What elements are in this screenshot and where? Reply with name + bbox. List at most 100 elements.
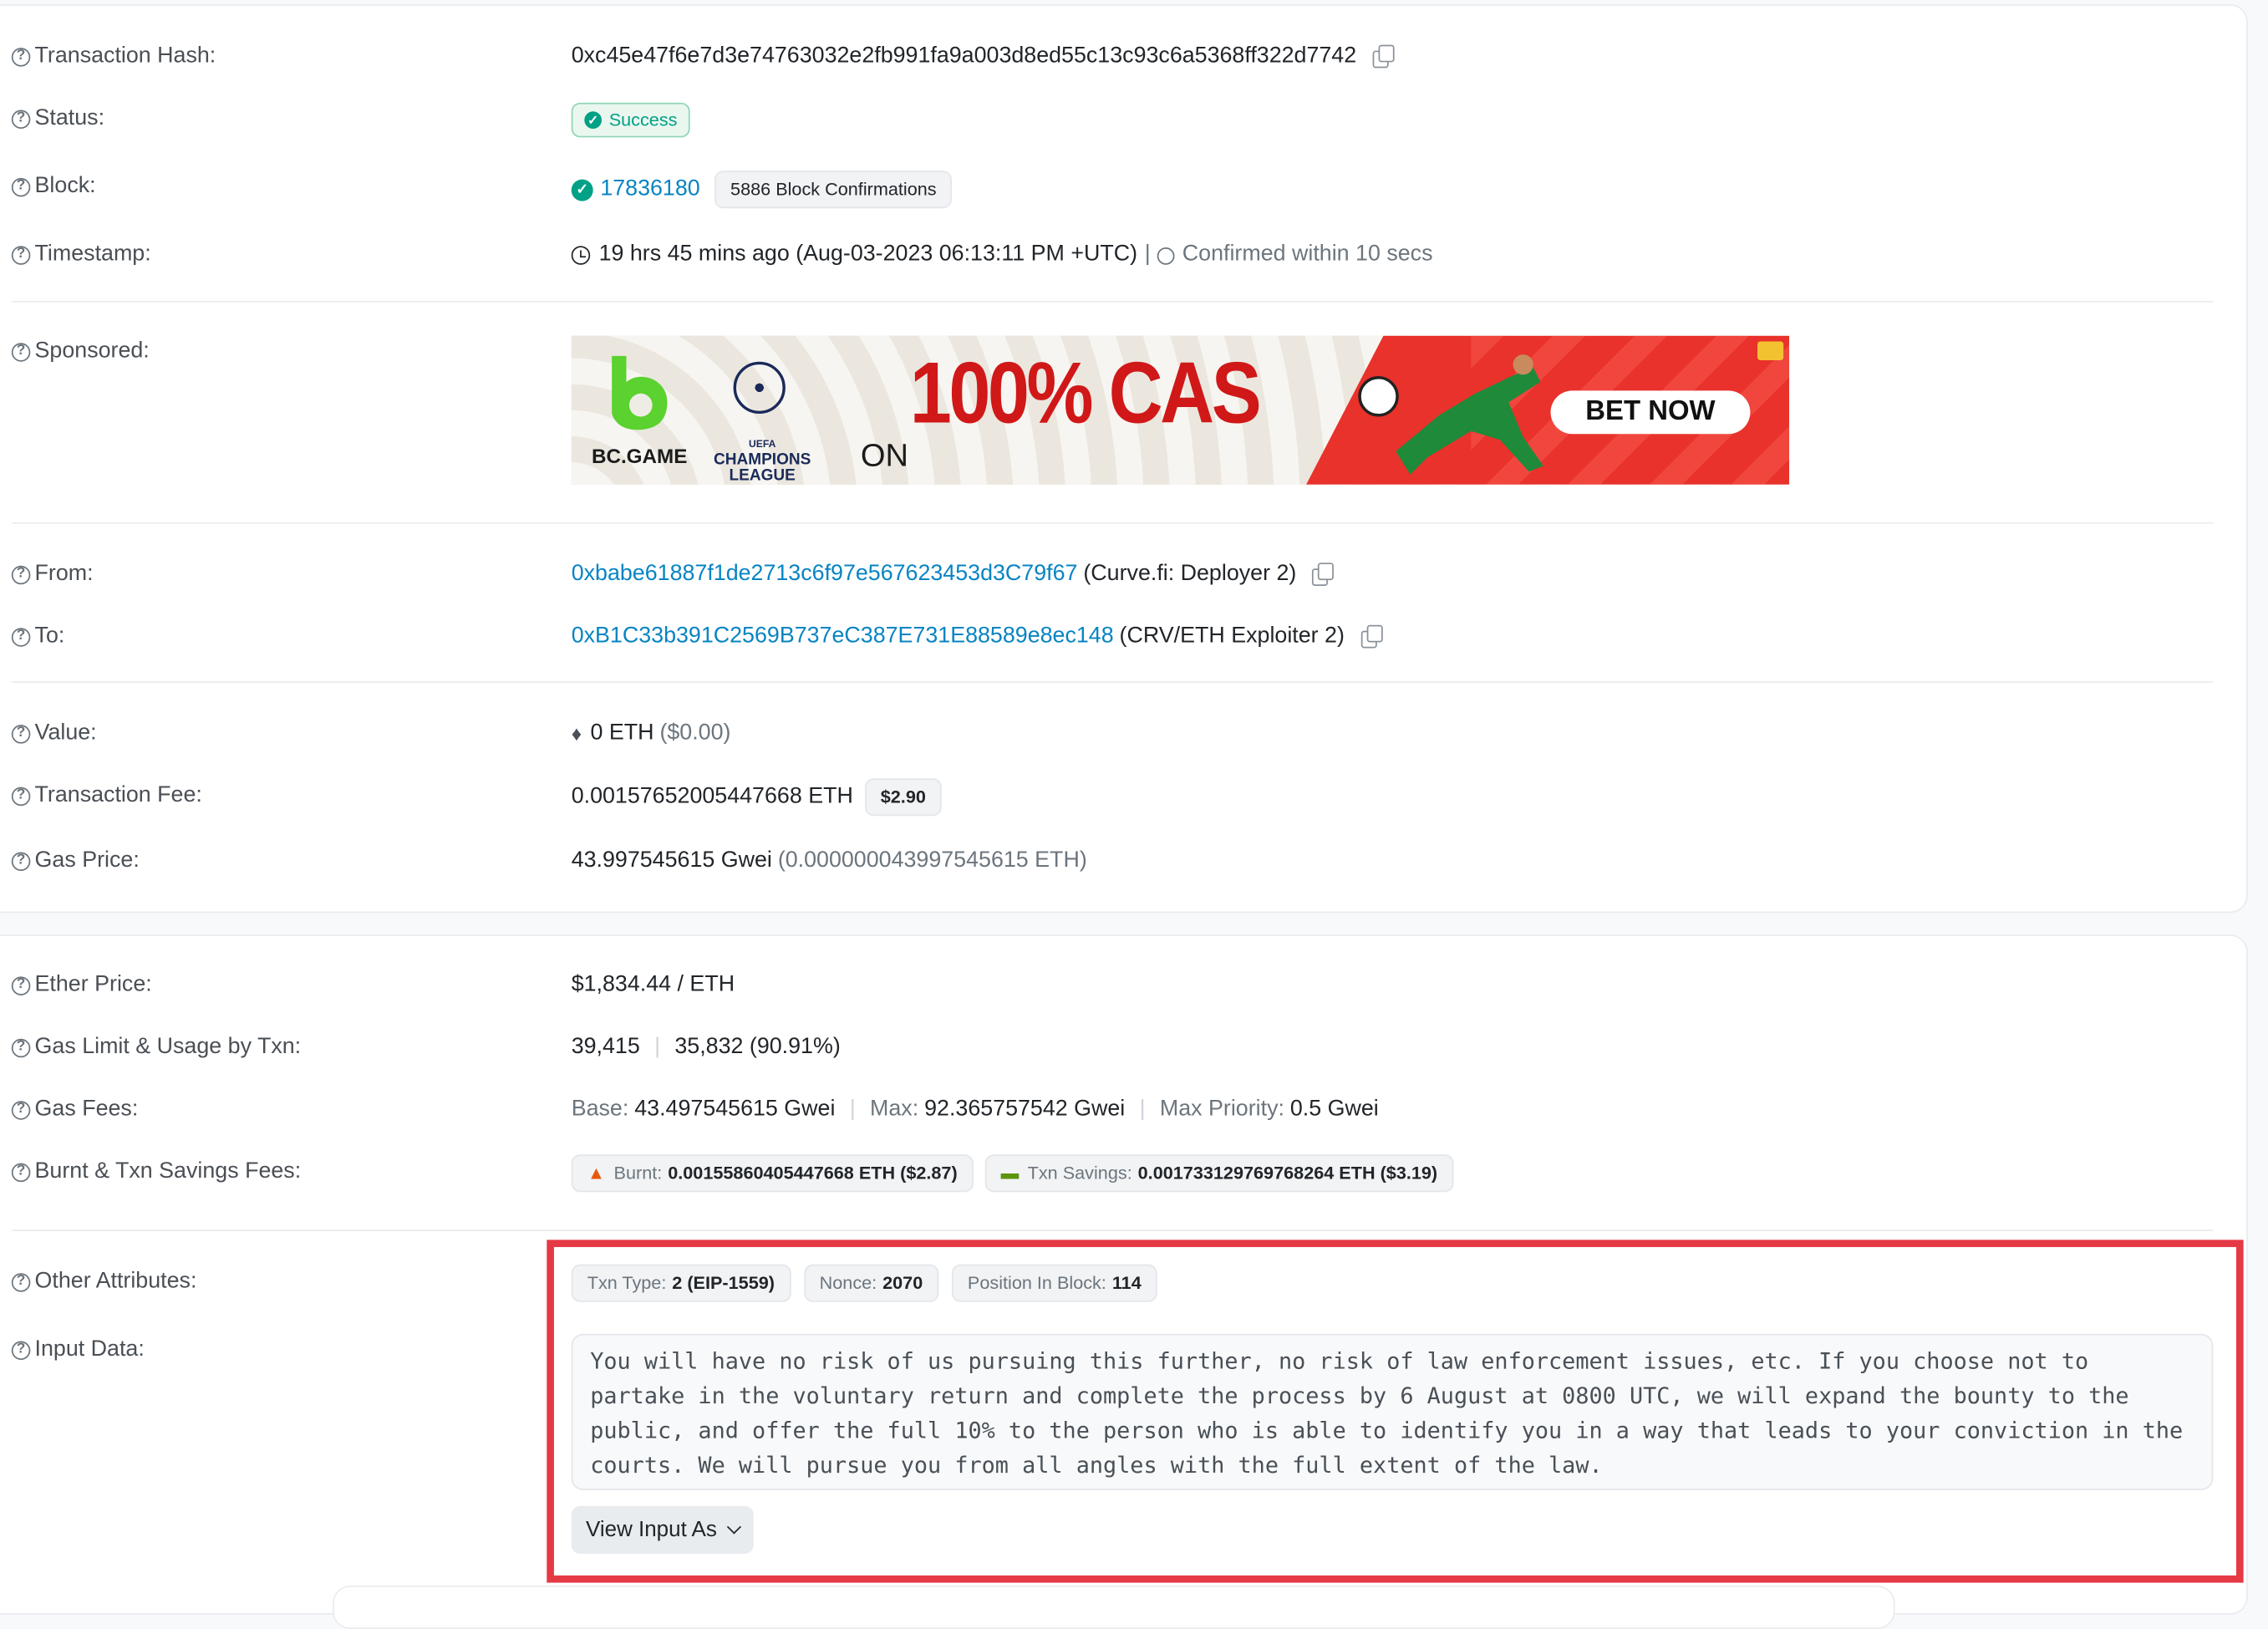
nonce-key: Nonce:: [819, 1273, 877, 1294]
check-circle-icon: ✓: [571, 178, 593, 201]
ether-price: $1,834.44 / ETH: [571, 972, 735, 997]
question-icon[interactable]: ?: [11, 1272, 31, 1291]
block-confirmations-badge: 5886 Block Confirmations: [714, 171, 953, 209]
next-card-edge: [333, 1586, 1895, 1629]
txn-savings-badge: ▬ Txn Savings: 0.001733129769768264 ETH …: [984, 1154, 1454, 1193]
input-data-label: Input Data:: [34, 1336, 145, 1362]
value-usd: ($0.00): [659, 720, 731, 746]
question-icon[interactable]: ?: [11, 1162, 31, 1182]
other-attributes-label-group: ? Other Attributes:: [11, 1269, 196, 1295]
timestamp-label-group: ? Timestamp:: [11, 242, 151, 267]
input-data-textarea[interactable]: You will have no risk of us pursuing thi…: [571, 1333, 2214, 1490]
sponsored-ad-banner[interactable]: BC.GAME UEFA CHAMPIONS LEAGUE 100% CAS O…: [571, 335, 1790, 485]
gas-price: 43.997545615 Gwei: [571, 848, 772, 873]
question-icon[interactable]: ?: [11, 851, 31, 871]
question-icon[interactable]: ?: [11, 564, 31, 584]
savings-key: Txn Savings:: [1027, 1163, 1132, 1184]
fee-usd-badge: $2.90: [864, 778, 942, 817]
value-label-group: ? Value:: [11, 720, 97, 746]
check-circle-icon: ✓: [584, 111, 603, 130]
position-key: Position In Block:: [967, 1273, 1106, 1294]
copy-icon[interactable]: [1359, 624, 1382, 649]
savings-value: 0.001733129769768264 ETH ($3.19): [1137, 1163, 1438, 1184]
nonce-badge: Nonce: 2070: [803, 1264, 939, 1302]
from-label: From:: [34, 561, 94, 587]
champions-league-ball-icon: [733, 361, 786, 415]
question-icon[interactable]: ?: [11, 342, 31, 361]
nonce-value: 2070: [882, 1273, 923, 1294]
ad-uefa-line1: CHAMPIONS: [713, 451, 811, 469]
tx-hash-label-group: ? Transaction Hash:: [11, 43, 216, 69]
question-icon[interactable]: ?: [11, 975, 31, 995]
status-text: Success: [608, 109, 678, 130]
ad-uefa-line2: LEAGUE: [729, 467, 796, 485]
to-address-link[interactable]: 0xB1C33b391C2569B737eC387E731E88589e8ec1…: [572, 624, 1114, 649]
fee-label-group: ? Transaction Fee:: [11, 782, 202, 808]
from-name: (Curve.fi: Deployer 2): [1083, 561, 1297, 587]
ether-price-label: Ether Price:: [34, 972, 152, 997]
max-priority-label: Max Priority:: [1159, 1097, 1284, 1122]
txn-type-badge: Txn Type: 2 (EIP-1559): [571, 1264, 791, 1302]
base-label: Base:: [571, 1097, 629, 1122]
block-label-group: ? Block:: [11, 174, 96, 200]
ad-on-text: ON: [860, 436, 909, 474]
question-icon[interactable]: ?: [11, 1037, 31, 1057]
fee-label: Transaction Fee:: [34, 782, 202, 807]
view-input-as-button[interactable]: View Input As: [571, 1505, 754, 1554]
divider: [11, 522, 2214, 524]
value-label: Value:: [34, 720, 97, 746]
burnt-savings-label: Burnt & Txn Savings Fees:: [34, 1158, 302, 1184]
position-badge: Position In Block: 114: [951, 1264, 1157, 1302]
question-icon[interactable]: ?: [11, 109, 31, 129]
value-value-group: ♦ 0 ETH ($0.00): [572, 720, 731, 746]
tx-hash: 0xc45e47f6e7d3e74763032e2fb991fa9a003d8e…: [571, 43, 1357, 69]
question-icon[interactable]: ?: [11, 786, 31, 806]
timestamp-separator: |: [1144, 242, 1151, 267]
from-address-link[interactable]: 0xbabe61887f1de2713c6f97e567623453d3C79f…: [572, 562, 1078, 588]
ad-uefa-text: UEFA CHAMPIONS LEAGUE: [704, 437, 820, 485]
ethereum-icon: ♦: [571, 721, 582, 746]
max-label: Max:: [870, 1097, 919, 1122]
max-priority-value: 0.5 Gwei: [1289, 1097, 1379, 1122]
burnt-value: 0.00155860405447668 ETH ($2.87): [668, 1163, 958, 1184]
to-name: (CRV/ETH Exploiter 2): [1119, 624, 1345, 649]
status-badge: ✓ Success: [571, 102, 691, 138]
status-label: Status:: [34, 105, 105, 130]
view-input-label: View Input As: [586, 1517, 717, 1543]
ether-price-label-group: ? Ether Price:: [11, 972, 152, 998]
question-icon[interactable]: ?: [11, 1100, 31, 1119]
copy-icon[interactable]: [1311, 563, 1335, 587]
other-attributes-value-group: Txn Type: 2 (EIP-1559) Nonce: 2070 Posit…: [571, 1264, 1157, 1302]
timestamp-label: Timestamp:: [34, 242, 151, 267]
gas-price-eth: (0.000000043997545615 ETH): [777, 848, 1087, 873]
status-label-group: ? Status:: [11, 105, 105, 131]
question-icon[interactable]: ?: [11, 47, 31, 66]
chevron-down-icon: [726, 1520, 741, 1535]
input-data-label-group: ? Input Data:: [11, 1336, 145, 1362]
bc-game-logo-icon: [612, 355, 668, 430]
base-value: 43.497545615 Gwei: [634, 1097, 836, 1122]
bet-now-button[interactable]: BET NOW: [1550, 390, 1751, 435]
fire-icon: ▲: [587, 1163, 606, 1184]
value: 0 ETH: [590, 720, 654, 746]
block-number-link[interactable]: 17836180: [600, 176, 699, 202]
separator: |: [1139, 1097, 1146, 1122]
gas-usage: 35,832 (90.91%): [674, 1034, 841, 1060]
question-icon[interactable]: ?: [11, 1340, 31, 1360]
question-icon[interactable]: ?: [11, 724, 31, 743]
question-icon[interactable]: ?: [11, 627, 31, 646]
divider: [11, 681, 2214, 683]
copy-icon[interactable]: [1370, 44, 1395, 69]
gas-fees-label: Gas Fees:: [34, 1097, 139, 1122]
gas-fees-label-group: ? Gas Fees:: [11, 1097, 139, 1122]
question-icon[interactable]: ?: [11, 245, 31, 264]
tx-hash-value-group: 0xc45e47f6e7d3e74763032e2fb991fa9a003d8e…: [571, 43, 1395, 69]
ad-headline: 100% CAS: [909, 345, 1262, 443]
gas-fees-value-group: Base: 43.497545615 Gwei | Max: 92.365757…: [572, 1097, 1379, 1122]
separator: |: [849, 1097, 856, 1122]
separator: |: [654, 1034, 661, 1060]
ad-badge-icon[interactable]: [1757, 341, 1784, 360]
question-icon[interactable]: ?: [11, 177, 31, 196]
tx-hash-label: Transaction Hash:: [34, 43, 216, 69]
confirmed-within: Confirmed within 10 secs: [1182, 242, 1433, 267]
